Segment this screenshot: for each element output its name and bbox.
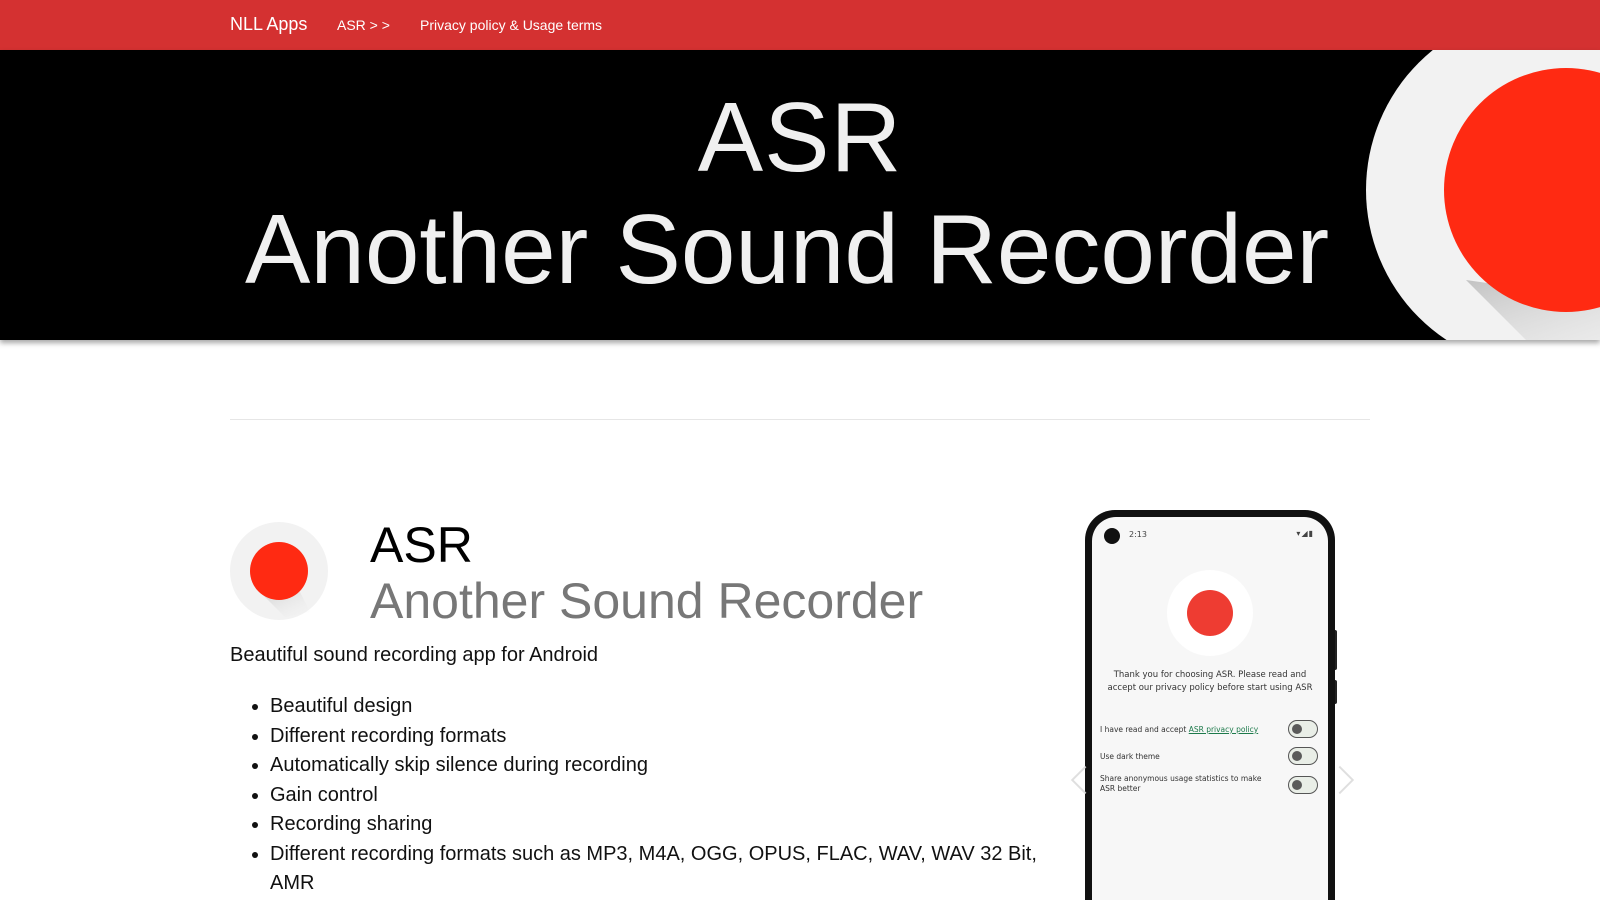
app-logo-icon <box>230 522 328 620</box>
feature-list: Beautiful design Different recording for… <box>270 692 1060 899</box>
app-logo-icon <box>1167 570 1253 656</box>
nav-link-privacy-policy[interactable]: Privacy policy & Usage terms <box>420 17 602 33</box>
feature-item: Different recording formats <box>270 722 1060 752</box>
dark-theme-toggle[interactable] <box>1288 747 1318 765</box>
hero-title-asr: ASR <box>697 82 903 192</box>
setting-privacy: I have read and accept ASR privacy polic… <box>1100 720 1320 738</box>
app-full-name-heading: Another Sound Recorder <box>370 573 924 629</box>
status-time: 2:13 <box>1129 530 1147 539</box>
phone-screenshot: 2:13 ▾◢▮ Thank you for choosing ASR. Ple… <box>1085 510 1335 900</box>
hero-title-full-name: Another Sound Recorder <box>245 194 1330 304</box>
setting-label: Use dark theme <box>1100 752 1160 761</box>
setting-label: Share anonymous usage statistics to make… <box>1100 774 1262 793</box>
usage-stats-toggle[interactable] <box>1288 776 1318 794</box>
hero-banner: ASR Another Sound Recorder <box>0 50 1600 340</box>
feature-item: Gain control <box>270 781 1060 811</box>
app-name-heading: ASR <box>370 517 473 573</box>
app-tagline: Beautiful sound recording app for Androi… <box>230 644 599 666</box>
brand-link[interactable]: NLL Apps <box>230 14 307 35</box>
feature-item: Recording sharing <box>270 810 1060 840</box>
privacy-toggle[interactable] <box>1288 720 1318 738</box>
welcome-message: Thank you for choosing ASR. Please read … <box>1107 670 1313 693</box>
feature-item: Automatically skip silence during record… <box>270 751 1060 781</box>
privacy-policy-link[interactable]: ASR privacy policy <box>1189 725 1258 734</box>
setting-label: I have read and accept <box>1100 725 1189 734</box>
record-dot <box>1187 590 1233 636</box>
camera-icon <box>1104 528 1120 544</box>
setting-usage-stats: Share anonymous usage statistics to make… <box>1100 774 1320 794</box>
setting-dark-theme: Use dark theme <box>1100 747 1320 765</box>
feature-item: Different recording formats such as MP3,… <box>270 840 1060 899</box>
section-divider <box>230 419 1370 420</box>
status-icons: ▾◢▮ <box>1296 529 1314 538</box>
top-navbar: NLL Apps ASR > > Privacy policy & Usage … <box>0 0 1600 50</box>
feature-item: Beautiful design <box>270 692 1060 722</box>
phone-screen: 2:13 ▾◢▮ Thank you for choosing ASR. Ple… <box>1092 517 1328 900</box>
nav-link-asr[interactable]: ASR > > <box>337 17 390 33</box>
